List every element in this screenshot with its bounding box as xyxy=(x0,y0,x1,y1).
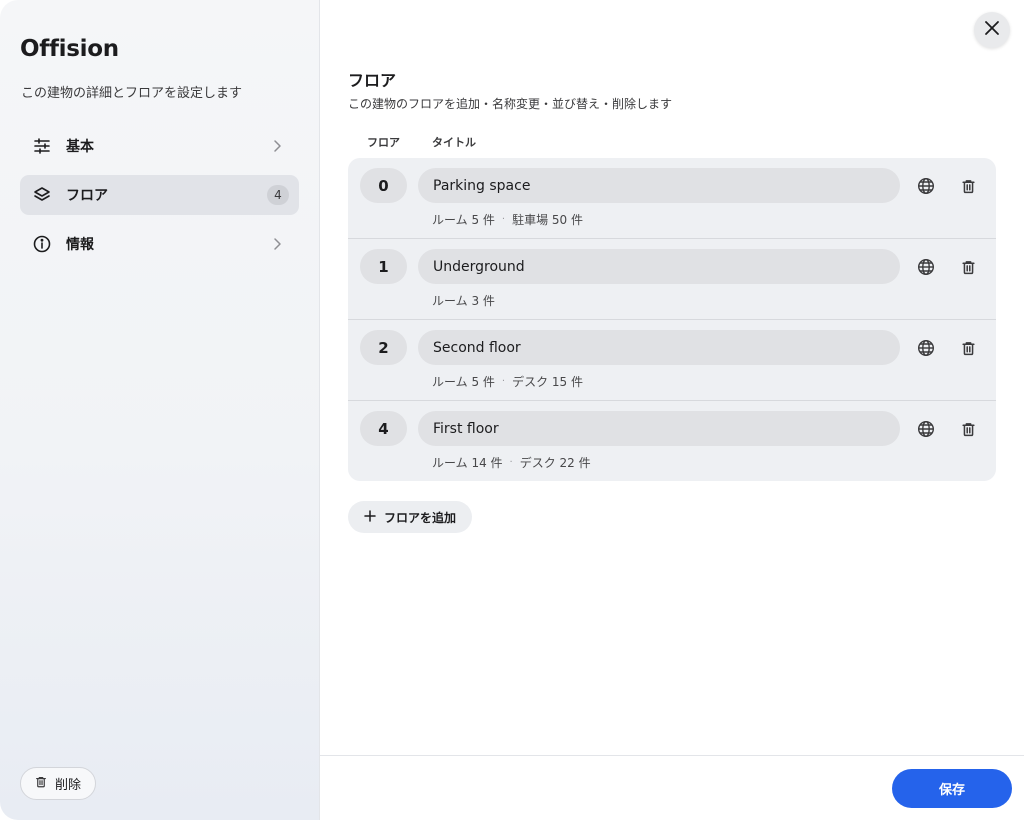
floor-number[interactable]: 1 xyxy=(360,249,407,284)
sidebar-item-basic[interactable]: 基本 xyxy=(20,126,299,166)
globe-icon[interactable] xyxy=(915,256,937,278)
sidebar-item-label: フロア xyxy=(66,188,108,204)
floor-row: 0 ルーム 5 件 · 駐車場 50 件 xyxy=(348,158,996,239)
floor-row: 1 ルーム 3 件 xyxy=(348,239,996,320)
column-header-floor: フロア xyxy=(367,136,400,149)
floor-meta: ルーム 5 件 · 駐車場 50 件 xyxy=(432,211,583,228)
trash-icon xyxy=(35,776,47,792)
add-floor-button[interactable]: フロアを追加 xyxy=(348,501,473,533)
app-title: Offision xyxy=(20,36,119,62)
floor-list: 0 ルーム 5 件 · 駐車場 50 件 1 xyxy=(348,158,996,481)
floor-title-input[interactable] xyxy=(418,249,900,284)
room-count: ルーム 3 件 xyxy=(432,294,495,308)
floor-meta: ルーム 3 件 xyxy=(432,292,495,309)
meta-separator: · xyxy=(501,214,506,225)
add-floor-label: フロアを追加 xyxy=(384,510,457,525)
sidebar-nav: 基本 フロア 4 情報 xyxy=(20,126,299,273)
floor-number[interactable]: 2 xyxy=(360,330,407,365)
save-button[interactable]: 保存 xyxy=(892,769,1012,808)
desk-count: デスク 15 件 xyxy=(512,375,583,389)
floor-count-badge: 4 xyxy=(267,185,289,205)
sidebar: Offision この建物の詳細とフロアを設定します 基本 フロア 4 情報 削… xyxy=(0,0,320,820)
parking-count: 駐車場 50 件 xyxy=(512,213,583,227)
app-subtitle: この建物の詳細とフロアを設定します xyxy=(21,86,243,101)
section-title: フロア xyxy=(348,71,397,90)
floor-number[interactable]: 0 xyxy=(360,168,407,203)
trash-icon[interactable] xyxy=(957,418,979,440)
floor-row: 4 ルーム 14 件 · デスク 22 件 xyxy=(348,401,996,481)
building-settings-modal: Offision この建物の詳細とフロアを設定します 基本 フロア 4 情報 削… xyxy=(0,0,1024,820)
floor-number[interactable]: 4 xyxy=(360,411,407,446)
close-button[interactable] xyxy=(974,12,1010,48)
trash-icon[interactable] xyxy=(957,175,979,197)
trash-icon[interactable] xyxy=(957,337,979,359)
column-header-title: タイトル xyxy=(432,136,476,149)
main-panel: フロア この建物のフロアを追加・名称変更・並び替え・削除します フロア タイトル… xyxy=(320,0,1024,820)
footer: 保存 xyxy=(320,755,1024,820)
delete-label: 削除 xyxy=(55,778,82,793)
floor-meta: ルーム 14 件 · デスク 22 件 xyxy=(432,454,591,471)
sidebar-item-info[interactable]: 情報 xyxy=(20,224,299,264)
sidebar-item-label: 基本 xyxy=(66,139,94,155)
floor-meta: ルーム 5 件 · デスク 15 件 xyxy=(432,373,583,390)
close-icon xyxy=(984,20,1000,40)
chevron-right-icon xyxy=(269,138,285,154)
floor-title-input[interactable] xyxy=(418,168,900,203)
room-count: ルーム 14 件 xyxy=(432,456,503,470)
sliders-icon xyxy=(32,136,52,156)
sidebar-item-floors[interactable]: フロア 4 xyxy=(20,175,299,215)
sidebar-item-label: 情報 xyxy=(66,237,94,253)
floor-title-input[interactable] xyxy=(418,411,900,446)
info-icon xyxy=(32,234,52,254)
chevron-right-icon xyxy=(269,236,285,252)
plus-icon xyxy=(364,509,376,525)
globe-icon[interactable] xyxy=(915,418,937,440)
room-count: ルーム 5 件 xyxy=(432,375,495,389)
floor-row: 2 ルーム 5 件 · デスク 15 件 xyxy=(348,320,996,401)
desk-count: デスク 22 件 xyxy=(519,456,591,470)
section-description: この建物のフロアを追加・名称変更・並び替え・削除します xyxy=(348,97,673,111)
floor-title-input[interactable] xyxy=(418,330,900,365)
layers-icon xyxy=(32,185,52,205)
globe-icon[interactable] xyxy=(915,337,937,359)
trash-icon[interactable] xyxy=(957,256,979,278)
meta-separator: · xyxy=(509,457,513,468)
room-count: ルーム 5 件 xyxy=(432,213,495,227)
delete-building-button[interactable]: 削除 xyxy=(20,767,97,800)
globe-icon[interactable] xyxy=(915,175,937,197)
meta-separator: · xyxy=(501,376,506,387)
